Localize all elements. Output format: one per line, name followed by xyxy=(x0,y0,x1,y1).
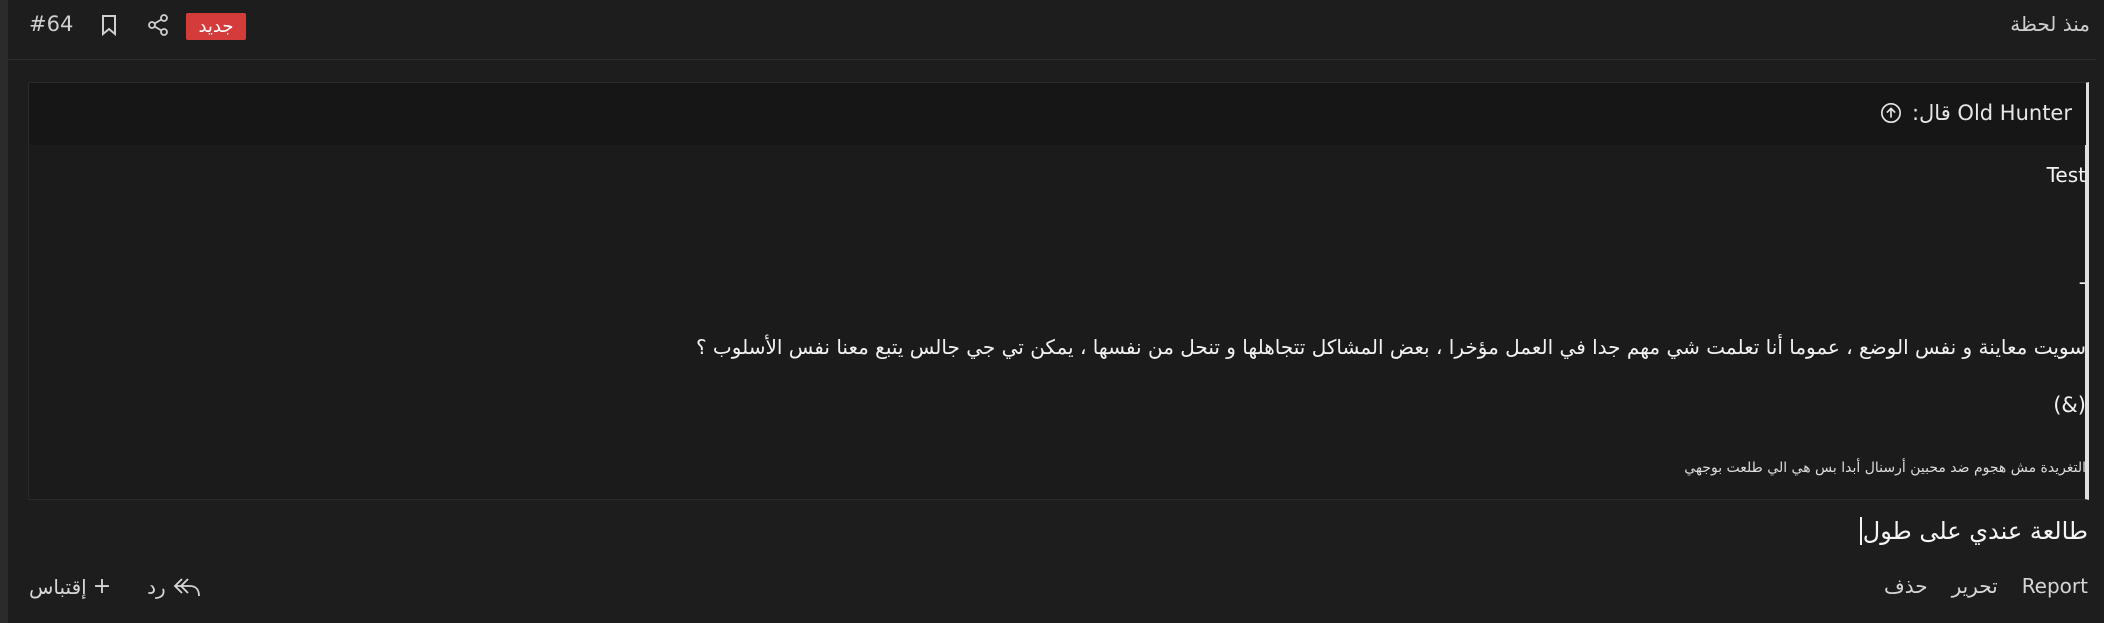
bookmark-icon[interactable] xyxy=(96,11,122,39)
quote-line: (&) xyxy=(2053,393,2086,417)
post-number-link[interactable]: #64 xyxy=(29,12,73,36)
quote-line: - xyxy=(2078,270,2086,294)
delete-button[interactable]: حذف xyxy=(1884,574,1928,598)
post-body-text: طالعة عندي على طول xyxy=(1859,517,2088,545)
quote-block: Old Hunter قال: xyxy=(28,82,2089,500)
reply-button[interactable]: رد xyxy=(147,575,202,599)
report-button[interactable]: Report xyxy=(2022,574,2088,598)
quote-button[interactable]: + إقتباس xyxy=(29,574,111,599)
left-edge-bar xyxy=(0,0,8,623)
reply-label: رد xyxy=(147,574,166,599)
quote-label: إقتباس xyxy=(29,574,87,599)
quote-line: التغريدة مش هجوم ضد محبين أرسنال أبدا بس… xyxy=(1684,460,2086,476)
quote-header: Old Hunter قال: xyxy=(29,83,2086,145)
post-timestamp[interactable]: منذ لحظة xyxy=(2010,12,2090,36)
plus-icon: + xyxy=(92,574,112,599)
quote-author-text: Old Hunter قال: xyxy=(1911,101,2072,125)
share-icon[interactable] xyxy=(144,11,172,39)
quote-line: سويت معاينة و نفس الوضع ، عموما أنا تعلم… xyxy=(695,335,2086,359)
quote-author-line[interactable]: Old Hunter قال: xyxy=(1880,101,2072,125)
new-badge: جديد xyxy=(186,13,246,40)
arrow-up-circle-icon[interactable] xyxy=(1880,102,1902,124)
post-header: #64 جديد منذ لحظة xyxy=(8,0,2096,60)
post-actions-left: رد + إقتباس xyxy=(29,574,202,599)
edit-button[interactable]: تحرير xyxy=(1952,574,1998,598)
reply-icon xyxy=(173,577,200,596)
post-actions-right: حذف تحرير Report xyxy=(1884,574,2088,598)
quote-line: Test xyxy=(2046,163,2086,187)
forum-post: #64 جديد منذ لحظة Old Hunter قال: Test -… xyxy=(8,0,2104,623)
